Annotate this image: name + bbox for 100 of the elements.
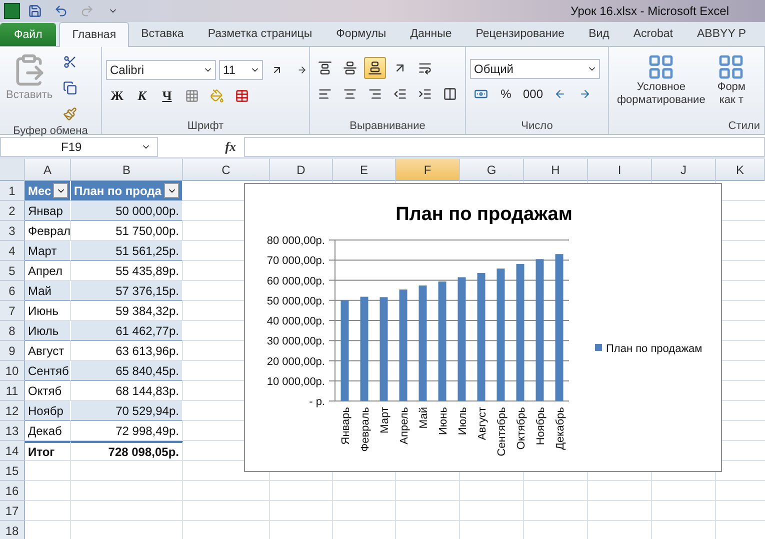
table-icon (647, 53, 676, 81)
filter-button[interactable] (164, 183, 179, 198)
indent-icon (418, 87, 432, 101)
window-title: Урок 16.xlsx - Microsoft Excel (570, 4, 729, 18)
name-box[interactable]: F19 (0, 137, 158, 157)
axis-category-label: Январь (340, 407, 352, 445)
row-header[interactable]: 13 (0, 421, 25, 441)
group-label: Шрифт (186, 120, 225, 134)
row-header[interactable]: 14 (0, 441, 25, 461)
ribbon-tab[interactable]: Данные (398, 22, 464, 46)
axis-tick-label: 10 000,00р. (266, 376, 325, 388)
percent-button[interactable]: % (495, 83, 517, 105)
column-header[interactable]: C (183, 159, 270, 181)
italic-button[interactable]: К (131, 85, 153, 107)
font-size-field[interactable]: 11 (219, 60, 263, 80)
ribbon-tab[interactable]: Главная (59, 22, 130, 47)
chart-title: План по продажам (396, 204, 572, 225)
axis-tick-label: 80 000,00р. (266, 235, 325, 247)
axis-category-label: Апрель (398, 407, 410, 444)
row-header[interactable]: 10 (0, 361, 25, 381)
columns-icon (443, 87, 457, 101)
row-header[interactable]: 11 (0, 381, 25, 401)
number-format-field[interactable]: Общий (470, 59, 600, 79)
table-cell: 51 561,25р. (71, 241, 183, 261)
table-cell: 65 840,45р. (71, 361, 183, 381)
row-header[interactable]: 4 (0, 241, 25, 261)
group-label: Число (520, 120, 554, 134)
table-icon (717, 53, 746, 81)
row-header[interactable]: 18 (0, 521, 25, 539)
undo-icon (54, 4, 68, 18)
row-header[interactable]: 3 (0, 221, 25, 241)
row-header[interactable]: 7 (0, 301, 25, 321)
ribbon-tab[interactable]: Рецензирование (464, 22, 577, 46)
axis-tick-label: 30 000,00р. (266, 336, 325, 348)
table-cell: 728 098,05р. (71, 441, 183, 461)
styles-button[interactable]: Условное форматирование (613, 51, 710, 120)
ribbon-tab[interactable]: Вставка (129, 22, 196, 46)
group-label: Стили (727, 120, 760, 134)
filter-button[interactable] (53, 183, 68, 198)
row-header[interactable]: 16 (0, 481, 25, 501)
row-header[interactable]: 5 (0, 261, 25, 281)
row-header[interactable]: 8 (0, 321, 25, 341)
arrow-left-icon (554, 88, 566, 100)
table-cell: Май (25, 281, 71, 301)
column-header[interactable]: E (333, 159, 396, 181)
column-header[interactable]: F (396, 159, 460, 181)
row-header[interactable]: 15 (0, 461, 25, 481)
header-text: Мес (28, 184, 52, 198)
align-button[interactable] (364, 57, 386, 79)
legend-swatch (595, 344, 602, 351)
align-left-icon (318, 87, 332, 101)
axis-category-label: Март (378, 407, 391, 434)
ribbon-tab[interactable]: Файл (0, 23, 56, 46)
table-cell: 50 000,00р. (71, 201, 183, 221)
font-name-field[interactable]: Calibri (106, 60, 216, 80)
column-header[interactable]: A (25, 159, 71, 181)
column-header[interactable]: J (652, 159, 716, 181)
group-label: Выравнивание (348, 120, 426, 134)
column-header[interactable]: H (524, 159, 588, 181)
axis-category-label: Июнь (437, 407, 450, 435)
row-header[interactable]: 9 (0, 341, 25, 361)
outdent-icon (393, 87, 407, 101)
column-header[interactable]: B (71, 159, 183, 181)
row-header[interactable]: 2 (0, 201, 25, 221)
row-header[interactable]: 12 (0, 401, 25, 421)
axis-category-label: Декабрь (554, 407, 566, 450)
function-label[interactable]: fx (158, 139, 244, 155)
group-label: Буфер обмена (12, 125, 89, 137)
table-cell: Сентяб (25, 361, 71, 381)
thousands-button[interactable]: 000 (520, 83, 546, 105)
axis-tick-label: 70 000,00р. (266, 255, 325, 268)
row-header[interactable]: 6 (0, 281, 25, 301)
column-header[interactable]: G (460, 159, 524, 181)
table-cell: Январ (25, 201, 71, 221)
ribbon-tab[interactable]: Вид (576, 22, 622, 46)
row-header[interactable]: 17 (0, 501, 25, 521)
ribbon-tab[interactable]: Разметка страницы (196, 22, 324, 46)
table-cell: 61 462,77р. (71, 321, 183, 341)
align-center-icon (343, 87, 357, 101)
ribbon-tab[interactable]: Формулы (324, 22, 398, 46)
styles-button[interactable]: Форм как т (713, 51, 750, 120)
align-right-icon (368, 87, 382, 101)
column-header[interactable]: D (270, 159, 333, 181)
table-cell: Ноябр (25, 401, 71, 421)
table-cell: Июль (25, 321, 71, 341)
ribbon-tab[interactable]: ABBYY P (685, 22, 758, 46)
axis-category-label: Февраль (359, 407, 372, 452)
redo-icon (80, 4, 94, 18)
app-logo-icon (4, 3, 20, 19)
axis-category-label: Октябрь (515, 407, 528, 450)
bold-button[interactable]: Ж (106, 85, 128, 107)
row-header[interactable]: 1 (0, 181, 25, 201)
axis-tick-label: 50 000,00р. (266, 295, 325, 308)
underline-button[interactable]: Ч (156, 85, 178, 107)
axis-tick-label: 40 000,00р. (266, 316, 325, 328)
formula-input[interactable] (244, 137, 765, 157)
wrap-text-icon (418, 61, 432, 75)
column-header[interactable]: K (716, 159, 765, 181)
ribbon-tab[interactable]: Acrobat (621, 22, 686, 46)
column-header[interactable]: I (588, 159, 652, 181)
